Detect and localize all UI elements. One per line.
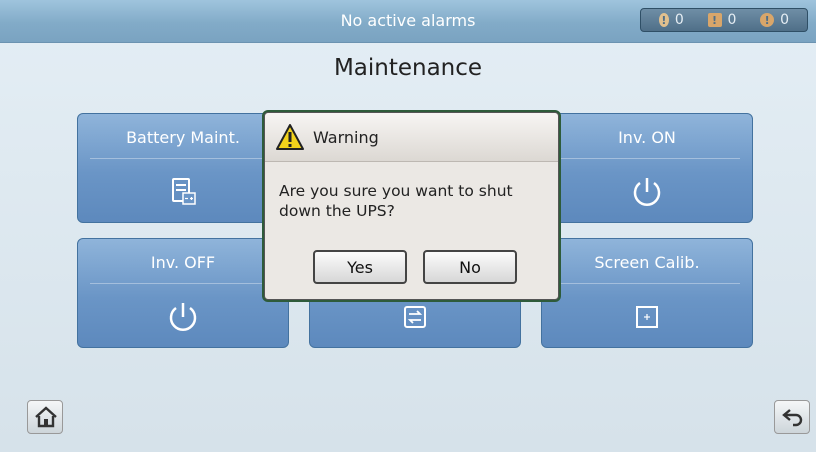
dialog-header: Warning bbox=[265, 113, 558, 162]
tile-divider bbox=[554, 158, 740, 159]
tile-label: Screen Calib. bbox=[594, 253, 700, 272]
dialog-title: Warning bbox=[313, 128, 379, 147]
tile-label: Battery Maint. bbox=[126, 128, 240, 147]
major-count-value: 0 bbox=[727, 12, 737, 28]
minor-alarm-count: ! 0 bbox=[760, 12, 789, 28]
back-button[interactable] bbox=[774, 400, 810, 434]
dialog-message: Are you sure you want to shut down the U… bbox=[279, 182, 513, 220]
warning-icon bbox=[276, 124, 304, 150]
major-alarm-icon: ! bbox=[707, 13, 722, 27]
transfer-icon bbox=[404, 306, 426, 328]
battery-maintenance-tile[interactable]: Battery Maint. bbox=[77, 113, 289, 223]
alarm-counter-panel[interactable]: ! 0 ! 0 ! 0 bbox=[640, 8, 808, 32]
major-alarm-count: ! 0 bbox=[707, 12, 737, 28]
screen-calibration-tile[interactable]: Screen Calib. bbox=[541, 238, 753, 348]
critical-count-value: 0 bbox=[674, 12, 684, 28]
critical-alarm-icon: ! bbox=[658, 13, 669, 27]
tile-divider bbox=[90, 158, 276, 159]
status-bar: No active alarms ! 0 ! 0 ! 0 bbox=[0, 0, 816, 43]
warning-dialog: Warning Are you sure you want to shut do… bbox=[264, 112, 559, 300]
tile-label: Inv. OFF bbox=[150, 253, 216, 272]
inverter-on-tile[interactable]: Inv. ON bbox=[541, 113, 753, 223]
home-icon bbox=[35, 406, 57, 428]
no-button[interactable]: No bbox=[423, 250, 517, 284]
calibration-icon bbox=[636, 306, 658, 328]
power-icon bbox=[633, 178, 661, 206]
back-arrow-icon bbox=[782, 409, 803, 427]
minor-count-value: 0 bbox=[780, 12, 790, 28]
minor-alarm-icon: ! bbox=[760, 13, 775, 27]
yes-button[interactable]: Yes bbox=[313, 250, 407, 284]
tile-divider bbox=[554, 283, 740, 284]
tile-label: Inv. ON bbox=[618, 128, 676, 147]
battery-maintenance-icon bbox=[172, 178, 196, 205]
tile-divider bbox=[90, 283, 276, 284]
home-button[interactable] bbox=[27, 400, 63, 434]
power-icon bbox=[169, 303, 197, 331]
inverter-off-tile[interactable]: Inv. OFF bbox=[77, 238, 289, 348]
page-title: Maintenance bbox=[333, 55, 483, 81]
critical-alarm-count: ! 0 bbox=[658, 12, 684, 28]
